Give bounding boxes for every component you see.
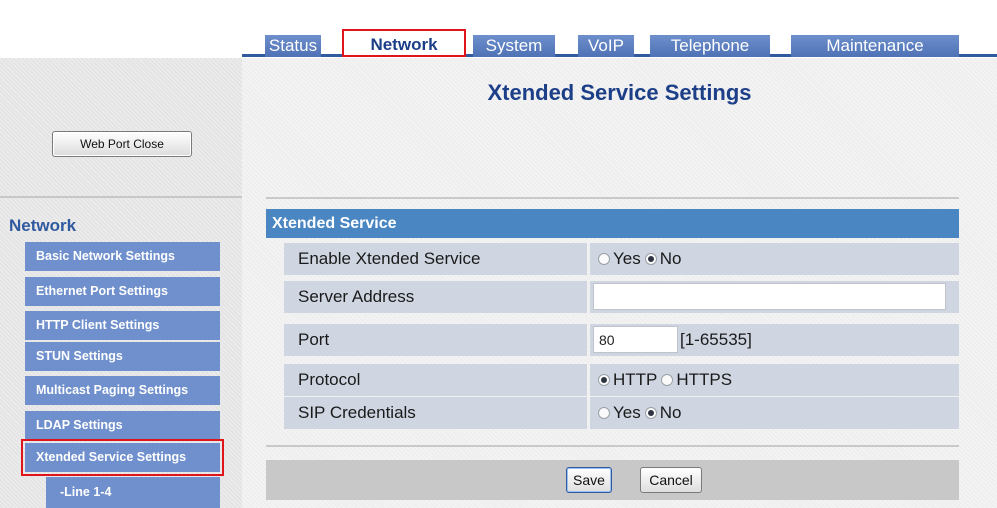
protocol-http-label: HTTP (613, 370, 658, 389)
sidebar-divider (0, 196, 242, 198)
protocol-http-radio[interactable] (598, 374, 610, 386)
sip-yes-label: Yes (613, 403, 641, 422)
sip-credentials-field: Yes No (590, 397, 959, 429)
sip-no-radio[interactable] (644, 407, 657, 419)
tab-network[interactable]: Network (342, 29, 466, 57)
save-button[interactable]: Save (566, 467, 612, 493)
tab-voip[interactable]: VoIP (578, 35, 634, 57)
sidebar-top-panel (0, 58, 242, 196)
top-tab-bar: Status Network System VoIP Telephone Mai… (242, 25, 997, 57)
enable-no-label: No (659, 249, 682, 268)
port-input[interactable] (593, 326, 678, 353)
protocol-field: HTTP HTTPS (590, 364, 959, 396)
enable-yes-radio[interactable] (598, 253, 610, 265)
sip-no-label: No (659, 403, 682, 422)
sip-credentials-label: SIP Credentials (284, 397, 587, 429)
protocol-https-label: HTTPS (676, 370, 733, 389)
port-label: Port (284, 324, 587, 356)
port-field: [1-65535] (590, 324, 959, 356)
sidebar-item-basic-network[interactable]: Basic Network Settings (25, 242, 220, 271)
section-header: Xtended Service (266, 209, 959, 238)
enable-xtended-label: Enable Xtended Service (284, 243, 587, 275)
protocol-label: Protocol (284, 364, 587, 396)
server-address-label: Server Address (284, 281, 587, 313)
sidebar-subitem-line[interactable]: -Line 1-4 (46, 477, 220, 508)
tab-telephone[interactable]: Telephone (650, 35, 770, 57)
enable-yes-label: Yes (613, 249, 641, 268)
protocol-https-radio[interactable] (661, 374, 674, 386)
sidebar-item-http-client[interactable]: HTTP Client Settings (25, 311, 220, 340)
server-address-field (590, 281, 959, 313)
bottom-divider (266, 445, 959, 447)
sip-yes-radio[interactable] (598, 407, 610, 419)
sidebar-item-ldap[interactable]: LDAP Settings (25, 411, 220, 440)
sidebar-heading: Network (9, 216, 77, 235)
port-range-hint: [1-65535] (680, 330, 752, 349)
sidebar-item-xtended-service[interactable]: Xtended Service Settings (21, 439, 224, 476)
top-divider (266, 197, 959, 199)
sidebar-item-stun[interactable]: STUN Settings (25, 342, 220, 371)
cancel-button[interactable]: Cancel (640, 467, 702, 493)
server-address-input[interactable] (593, 283, 946, 310)
page-title: Xtended Service Settings (487, 80, 752, 105)
enable-xtended-field: Yes No (590, 243, 959, 275)
sidebar-item-multicast-paging[interactable]: Multicast Paging Settings (25, 376, 220, 405)
tab-system[interactable]: System (473, 35, 555, 57)
web-port-close-button[interactable]: Web Port Close (52, 131, 192, 157)
button-bar: Save Cancel (266, 460, 959, 500)
tab-status[interactable]: Status (265, 35, 321, 57)
enable-no-radio[interactable] (644, 253, 657, 265)
tab-maintenance[interactable]: Maintenance (791, 35, 959, 57)
sidebar-item-ethernet-port[interactable]: Ethernet Port Settings (25, 277, 220, 306)
